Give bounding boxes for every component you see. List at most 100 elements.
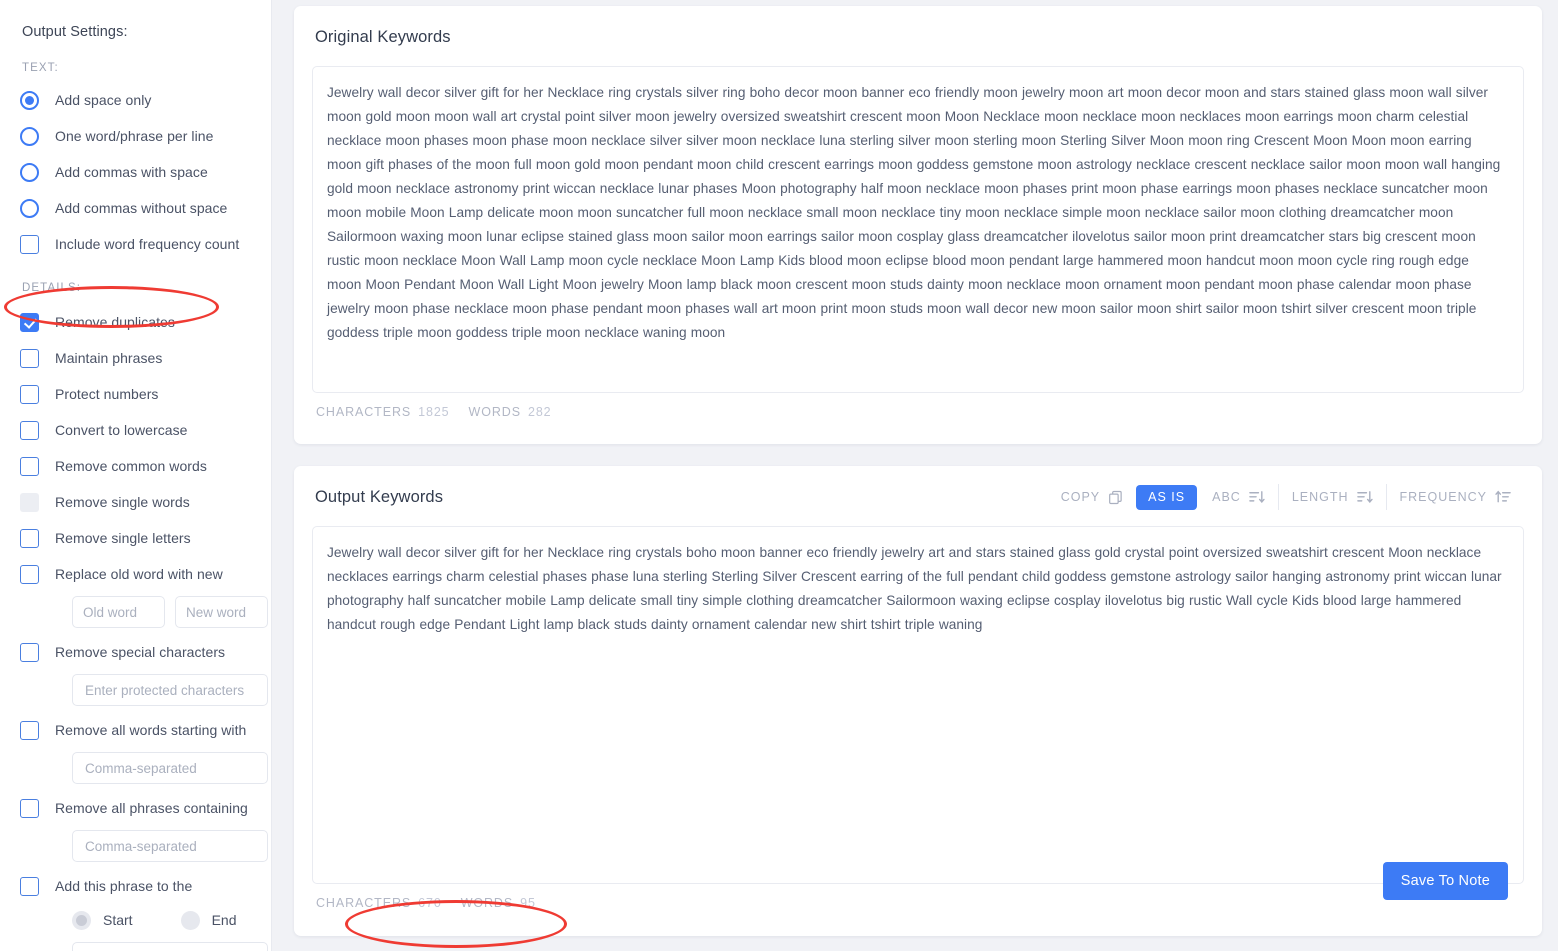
copy-label: COPY [1060, 490, 1101, 504]
save-to-note-button[interactable]: Save To Note [1382, 862, 1508, 900]
output-settings-sidebar: Output Settings: TEXT: Add space only On… [0, 0, 272, 951]
radio-option-start: Start [72, 910, 133, 930]
output-keywords-title: Output Keywords [315, 487, 444, 506]
option-label: Remove common words [55, 458, 207, 474]
option-remove-all-phrases-containing[interactable]: Remove all phrases containing [20, 790, 251, 826]
option-protect-numbers[interactable]: Protect numbers [20, 376, 251, 412]
panel-title: Output Settings: [22, 24, 128, 40]
output-keywords-footer: CHARACTERS 670 WORDS 95 Save To Note [312, 862, 1524, 910]
protected-characters-row [20, 674, 268, 706]
option-include-word-frequency-count[interactable]: Include word frequency count [20, 226, 251, 262]
option-maintain-phrases[interactable]: Maintain phrases [20, 340, 251, 376]
main-content: Original Keywords Jewelry wall decor sil… [272, 0, 1558, 951]
frequency-label: FREQUENCY [1399, 490, 1487, 504]
option-label: Replace old word with new [55, 566, 223, 582]
characters-value: 1825 [418, 405, 450, 419]
option-label: Convert to lowercase [55, 422, 188, 438]
original-keywords-title: Original Keywords [315, 27, 451, 46]
characters-label: CHARACTERS [316, 896, 412, 910]
copy-button[interactable]: COPY [1048, 484, 1136, 510]
words-label: WORDS [468, 405, 521, 419]
option-label: Add this phrase to the [55, 878, 193, 894]
phrase-input[interactable] [72, 942, 268, 951]
option-remove-single-letters[interactable]: Remove single letters [20, 520, 251, 556]
old-word-input[interactable] [72, 596, 165, 628]
sort-as-is-button[interactable]: AS IS [1136, 484, 1198, 510]
checkbox-remove-duplicates[interactable] [20, 312, 39, 332]
abc-label: ABC [1212, 490, 1241, 504]
original-keywords-stats: CHARACTERS 1825 WORDS 282 [312, 405, 1524, 419]
option-remove-all-words-starting-with[interactable]: Remove all words starting with [20, 712, 251, 748]
sort-descending-icon [1356, 490, 1373, 504]
radio-start-label: Start [103, 912, 133, 928]
option-label: Add space only [55, 92, 152, 108]
checkbox-remove-all-words-starting-with[interactable] [20, 720, 39, 740]
length-label: LENGTH [1291, 490, 1349, 504]
checkbox-maintain-phrases[interactable] [20, 348, 39, 368]
sort-abc-button[interactable]: ABC [1199, 484, 1278, 510]
protected-characters-input[interactable] [72, 674, 268, 706]
option-label: Remove all words starting with [55, 722, 247, 738]
option-label: Protect numbers [55, 386, 159, 402]
words-value: 95 [520, 896, 536, 910]
radio-add-space-only[interactable] [20, 90, 39, 110]
radio-one-word-per-line[interactable] [20, 126, 39, 146]
option-convert-to-lowercase[interactable]: Convert to lowercase [20, 412, 251, 448]
radio-add-commas-without-space[interactable] [20, 198, 39, 218]
checkbox-include-word-frequency-count[interactable] [20, 234, 39, 254]
radio-end-label: End [211, 912, 237, 928]
checkbox-add-this-phrase-to-the[interactable] [20, 876, 39, 896]
sort-length-button[interactable]: LENGTH [1277, 484, 1386, 510]
new-word-input[interactable] [175, 596, 268, 628]
option-add-commas-with-space[interactable]: Add commas with space [20, 154, 251, 190]
as-is-label: AS IS [1148, 489, 1186, 504]
checkbox-convert-to-lowercase[interactable] [20, 420, 39, 440]
checkbox-remove-common-words[interactable] [20, 456, 39, 476]
checkbox-remove-single-letters[interactable] [20, 528, 39, 548]
words-label: WORDS [460, 896, 514, 910]
option-remove-special-characters[interactable]: Remove special characters [20, 634, 251, 670]
original-keywords-card: Original Keywords Jewelry wall decor sil… [294, 6, 1542, 444]
option-label: Remove single letters [55, 530, 191, 546]
option-add-space-only[interactable]: Add space only [20, 82, 251, 118]
checkbox-replace-old-word-with-new[interactable] [20, 564, 39, 584]
option-remove-single-words: Remove single words [20, 484, 251, 520]
words-starting-with-input[interactable] [72, 752, 268, 784]
output-keywords-header: Output Keywords COPY AS IS ABC LENGTH FR… [312, 482, 1524, 512]
option-add-commas-without-space[interactable]: Add commas without space [20, 190, 251, 226]
characters-value: 670 [418, 896, 442, 910]
characters-label: CHARACTERS [316, 405, 412, 419]
radio-end [180, 910, 200, 930]
phrase-position-group: Start End [72, 904, 251, 936]
checkbox-remove-single-words [20, 492, 39, 512]
checkbox-remove-special-characters[interactable] [20, 642, 39, 662]
sort-frequency-button[interactable]: FREQUENCY [1385, 484, 1524, 510]
option-label: Maintain phrases [55, 350, 163, 366]
option-add-this-phrase-to-the[interactable]: Add this phrase to the [20, 868, 251, 904]
option-label: Include word frequency count [55, 236, 240, 252]
checkbox-protect-numbers[interactable] [20, 384, 39, 404]
text-group-label: TEXT: [22, 62, 59, 74]
details-group-label: DETAILS: [22, 282, 82, 294]
option-one-word-per-line[interactable]: One word/phrase per line [20, 118, 251, 154]
option-label: Add commas with space [55, 164, 208, 180]
option-remove-duplicates[interactable]: Remove duplicates [20, 304, 251, 340]
copy-icon [1108, 490, 1123, 505]
option-replace-old-word-with-new[interactable]: Replace old word with new [20, 556, 251, 592]
phrases-containing-row [20, 830, 268, 862]
checkbox-remove-all-phrases-containing[interactable] [20, 798, 39, 818]
replace-word-inputs [72, 596, 268, 628]
original-keywords-header: Original Keywords [312, 22, 1524, 52]
words-starting-with-row [20, 752, 268, 784]
original-keywords-textarea[interactable]: Jewelry wall decor silver gift for her N… [312, 66, 1524, 393]
radio-add-commas-with-space[interactable] [20, 162, 39, 182]
output-keywords-toolbar: COPY AS IS ABC LENGTH FREQUENCY [1048, 483, 1524, 511]
option-remove-common-words[interactable]: Remove common words [20, 448, 251, 484]
words-value: 282 [527, 405, 552, 419]
sort-descending-icon [1249, 490, 1265, 504]
output-keywords-textarea[interactable]: Jewelry wall decor silver gift for her N… [312, 526, 1524, 884]
output-keywords-stats: CHARACTERS 670 WORDS 95 [312, 896, 1524, 910]
radio-start [72, 910, 91, 930]
phrases-containing-input[interactable] [72, 830, 268, 862]
option-label: Remove duplicates [55, 314, 175, 330]
